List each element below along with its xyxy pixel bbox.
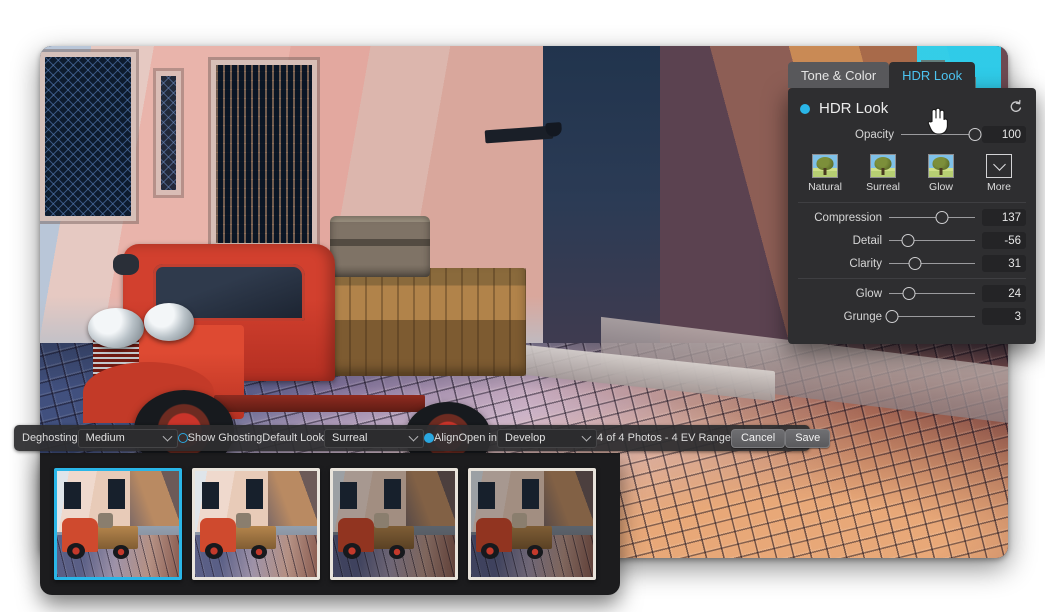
opacity-label: Opacity [855,128,894,141]
slider-knob[interactable] [968,128,982,141]
align-radio[interactable] [424,433,435,443]
preset-label: Natural [808,181,842,193]
compression-value[interactable]: 137 [982,209,1026,226]
default-look-value: Surreal [332,432,368,444]
app-root: Deghosting Medium Show Ghosting Default … [0,0,1045,612]
window-narrow [160,76,176,190]
bottom-toolbar: Deghosting Medium Show Ghosting Default … [14,425,831,451]
preset-label: More [987,181,1011,193]
compression-slider[interactable] [889,211,975,225]
running-board [214,395,426,412]
section-toggle-icon[interactable] [800,103,810,114]
grunge-value[interactable]: 3 [982,308,1026,325]
glow-slider-row: Glow 24 [788,282,1036,305]
slider-knob[interactable] [935,211,949,224]
side-mirror [113,253,139,276]
open-in-label: Open in [458,432,498,444]
deghosting-value: Medium [85,432,125,444]
glow-value[interactable]: 24 [982,285,1026,302]
show-ghosting-label[interactable]: Show Ghosting [188,432,263,444]
detail-slider-row: Detail -56 [788,229,1036,252]
preset-surreal[interactable]: Surreal [857,154,909,193]
hdr-look-panel: Tone & Color HDR Look HDR Look Opacity 1… [788,62,1036,344]
open-in-value: Develop [505,432,546,444]
tree-thumbnail-icon [812,154,838,178]
tree-thumbnail-icon [870,154,896,178]
deghosting-label: Deghosting [22,432,78,444]
preset-label: Glow [929,181,953,193]
deghosting-select[interactable]: Medium [77,428,178,448]
grunge-slider[interactable] [885,310,975,324]
slider-knob[interactable] [885,310,899,323]
detail-value[interactable]: -56 [982,232,1026,249]
panel-tabs: Tone & Color HDR Look [788,62,976,88]
wooden-barrel [329,216,431,278]
open-in-select[interactable]: Develop [497,428,598,448]
slider-knob[interactable] [901,234,915,247]
panel-divider [798,278,1026,279]
clarity-label: Clarity [849,257,882,270]
slider-track [889,262,975,265]
default-look-select[interactable]: Surreal [324,428,425,448]
cancel-button[interactable]: Cancel [730,428,786,448]
panel-divider [798,202,1026,203]
opacity-slider-row: Opacity 100 [788,117,1036,143]
grunge-label: Grunge [843,310,882,323]
chevron-down-icon [408,431,419,442]
tab-hdr-look[interactable]: HDR Look [889,62,976,88]
opacity-value[interactable]: 100 [982,126,1026,143]
preset-more[interactable]: More [973,154,1025,193]
preset-glow[interactable]: Glow [915,154,967,193]
chevron-down-icon [581,431,592,442]
default-look-label: Default Look [262,432,325,444]
filmstrip-thumbnail-4[interactable] [468,468,596,580]
reset-arrow-icon[interactable] [1009,99,1024,114]
chevron-down-icon [162,431,173,442]
pointing-hand-cursor [924,106,950,136]
tab-tone-and-color[interactable]: Tone & Color [788,62,890,88]
headlight-right [143,303,194,341]
headlight-left [88,308,144,349]
filmstrip-thumbnail-1[interactable] [54,468,182,580]
chevron-down-icon [986,154,1012,178]
filmstrip [40,453,620,595]
glow-slider[interactable] [889,287,975,301]
filmstrip-thumbnail-2[interactable] [192,468,320,580]
compression-slider-row: Compression 137 [788,206,1036,229]
slider-knob[interactable] [908,257,922,270]
preset-row: Natural Surreal Glow More [788,143,1036,199]
align-label[interactable]: Align [434,432,458,444]
save-button[interactable]: Save [785,428,831,448]
clarity-slider-row: Clarity 31 [788,252,1036,275]
clarity-value[interactable]: 31 [982,255,1026,272]
filmstrip-thumbnail-3[interactable] [330,468,458,580]
grunge-slider-row: Grunge 3 [788,305,1036,328]
clarity-slider[interactable] [889,257,975,271]
detail-slider[interactable] [889,234,975,248]
detail-label: Detail [852,234,882,247]
slider-track [889,315,975,318]
preset-natural[interactable]: Natural [799,154,851,193]
slider-track [889,216,975,219]
window-barred-center [216,64,312,243]
compression-label: Compression [814,211,882,224]
show-ghosting-radio[interactable] [177,433,188,443]
status-text: 4 of 4 Photos - 4 EV Range [597,432,731,444]
glow-label: Glow [855,287,882,300]
tree-thumbnail-icon [928,154,954,178]
panel-header: HDR Look [788,88,1036,117]
preset-label: Surreal [866,181,900,193]
panel-title: HDR Look [819,100,889,117]
window-barred-left [45,57,131,217]
slider-knob[interactable] [902,287,916,300]
